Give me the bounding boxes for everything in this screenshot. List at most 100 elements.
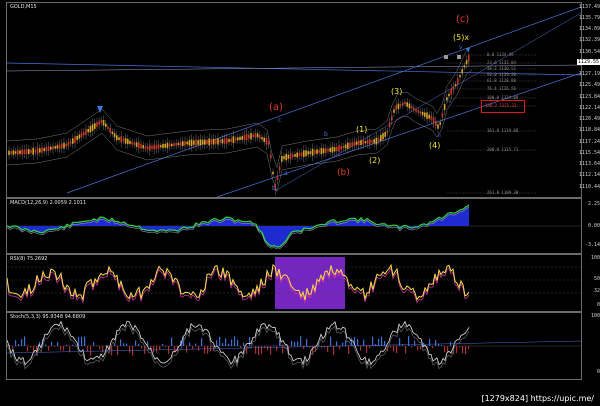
candle-body	[212, 138, 215, 145]
candle-body	[417, 110, 419, 113]
fib-label-8: 161.8 1119.68	[487, 128, 519, 133]
stoch-histogram-bar	[447, 346, 449, 353]
candle-body	[12, 150, 15, 155]
candle-body	[426, 112, 428, 119]
stoch-histogram-bar	[366, 346, 368, 353]
stoch-histogram-bar	[57, 342, 59, 346]
candle-body	[131, 141, 133, 145]
candle-body	[102, 120, 105, 126]
candle-body	[76, 135, 78, 141]
candle-body	[380, 134, 382, 142]
candle-body	[327, 148, 329, 152]
candle-body	[217, 138, 219, 145]
candle-body	[388, 122, 391, 128]
candle-body	[373, 139, 375, 144]
candle-body	[360, 140, 362, 146]
candle-body	[135, 142, 138, 147]
candle-body	[300, 152, 303, 156]
stoch-histogram-bar	[216, 340, 218, 346]
stoch-histogram-bar	[30, 346, 32, 348]
price-axis: 1137.49 1135.79 1134.09 1132.39 1130.54 …	[576, 2, 600, 196]
candle-body	[72, 138, 74, 144]
stoch-histogram-bar	[87, 346, 89, 352]
stoch-histogram-bar	[336, 341, 338, 346]
candle-body	[362, 140, 364, 145]
stoch-histogram-bar	[222, 343, 224, 346]
watermark-footer[interactable]: [1279x824] https://upic.me/	[481, 394, 594, 403]
macd-tick: 2.25	[587, 201, 600, 207]
stoch-histogram-bar	[63, 346, 65, 351]
stoch-histogram-bar	[378, 338, 380, 346]
candle-body	[54, 146, 56, 149]
candle-body	[336, 146, 338, 152]
candle-body	[105, 123, 107, 127]
stoch-histogram-bar	[396, 346, 398, 354]
candle-body	[248, 134, 250, 139]
candle-body	[413, 107, 415, 111]
price-tick: 1127.19	[578, 71, 600, 77]
stoch-histogram-bar	[12, 346, 14, 349]
candle-body	[402, 102, 404, 106]
candle-body	[369, 139, 371, 145]
candle-body	[184, 140, 186, 146]
price-tick: 1122.14	[578, 105, 600, 111]
candle-body	[118, 137, 120, 140]
price-tick: 1132.39	[578, 37, 600, 43]
stoch-histogram-bar	[258, 346, 260, 356]
candle-body	[234, 138, 237, 141]
stoch-histogram-bar	[342, 342, 344, 346]
candle-body	[272, 171, 274, 175]
stoch-histogram-bar	[417, 346, 419, 351]
stoch-histogram-bar	[54, 346, 56, 347]
candle-body	[270, 154, 272, 159]
stoch-pane[interactable]: Stoch(5,3,3) 95.9348 94.6809	[6, 312, 582, 380]
candle-body	[353, 141, 356, 146]
candle-body	[309, 151, 312, 154]
candle-body	[419, 111, 422, 114]
stoch-histogram-bar	[237, 339, 239, 346]
macd-chart	[7, 204, 581, 250]
stoch-histogram-bar	[21, 339, 23, 346]
stoch-signal-line	[7, 324, 470, 370]
macd-pane[interactable]: MACD(12,26,9) 2.0059 2.1011	[6, 198, 582, 254]
price-tick: 1137.49	[578, 4, 600, 10]
candle-body	[138, 142, 140, 149]
candle-body	[454, 84, 457, 87]
price-chart-pane[interactable]: GOLD,M15 (c) (5)x v (a) (b) (1) (2) (3) …	[6, 2, 582, 198]
candle-body	[206, 139, 208, 145]
candle-body	[329, 147, 331, 152]
stoch-histogram-bar	[294, 341, 296, 346]
candle-body	[190, 139, 193, 147]
stoch-histogram-bar	[420, 346, 422, 350]
candle-body	[452, 86, 455, 91]
candle-body	[133, 142, 136, 146]
candle-body	[261, 137, 263, 140]
stoch-histogram-bar	[327, 346, 329, 352]
stoch-histogram-bar	[201, 338, 203, 346]
rsi-highlight-zone	[275, 257, 345, 309]
candle-body	[344, 144, 347, 149]
stoch-histogram-bar	[465, 346, 467, 355]
price-tick: 1115.54	[578, 150, 600, 156]
rsi-pane[interactable]: RSI(8) 75.2692	[6, 254, 582, 312]
candle-body	[243, 135, 246, 141]
rsi-chart	[7, 257, 581, 309]
candle-body	[254, 133, 257, 138]
candle-body	[74, 136, 76, 143]
candle-body	[463, 65, 466, 68]
candle-body	[41, 147, 43, 153]
candle-body	[250, 132, 252, 140]
candle-body	[164, 143, 166, 148]
candle-body	[395, 104, 397, 110]
stoch-histogram-bar	[93, 342, 95, 346]
candle-body	[94, 123, 96, 129]
candle-body	[342, 145, 345, 149]
stoch-histogram-bar	[207, 346, 209, 354]
candle-body	[155, 144, 158, 149]
candle-body	[210, 139, 213, 145]
stoch-histogram-bar	[357, 338, 359, 346]
candle-body	[195, 139, 197, 146]
candle-body	[322, 148, 325, 154]
candle-body	[441, 113, 444, 118]
candle-body	[204, 139, 206, 145]
